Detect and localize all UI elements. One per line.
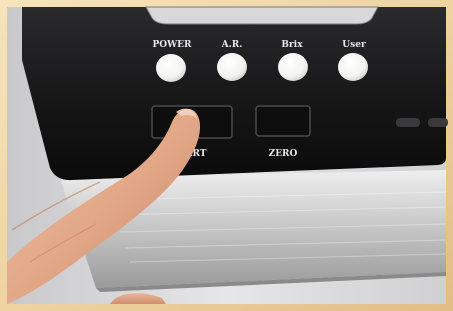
status-slot <box>428 118 448 127</box>
ar-indicator-lamp <box>217 53 247 81</box>
power-indicator-lamp <box>156 54 186 82</box>
status-slot <box>396 118 420 127</box>
ar-indicator-label: A.R. <box>221 40 243 50</box>
display-window <box>145 6 379 25</box>
product-photo: POWER A.R. Brix User ART ZERO <box>0 0 453 311</box>
zero-key-label: ZERO <box>269 149 298 159</box>
photo-canvas: POWER A.R. Brix User ART ZERO <box>0 0 453 311</box>
user-indicator-label: User <box>342 40 366 50</box>
user-indicator-lamp <box>338 53 368 81</box>
brix-indicator-lamp <box>278 53 308 81</box>
zero-key <box>255 105 311 137</box>
brix-indicator-label: Brix <box>281 40 303 50</box>
control-panel <box>22 7 446 181</box>
power-indicator-label: POWER <box>152 40 192 50</box>
